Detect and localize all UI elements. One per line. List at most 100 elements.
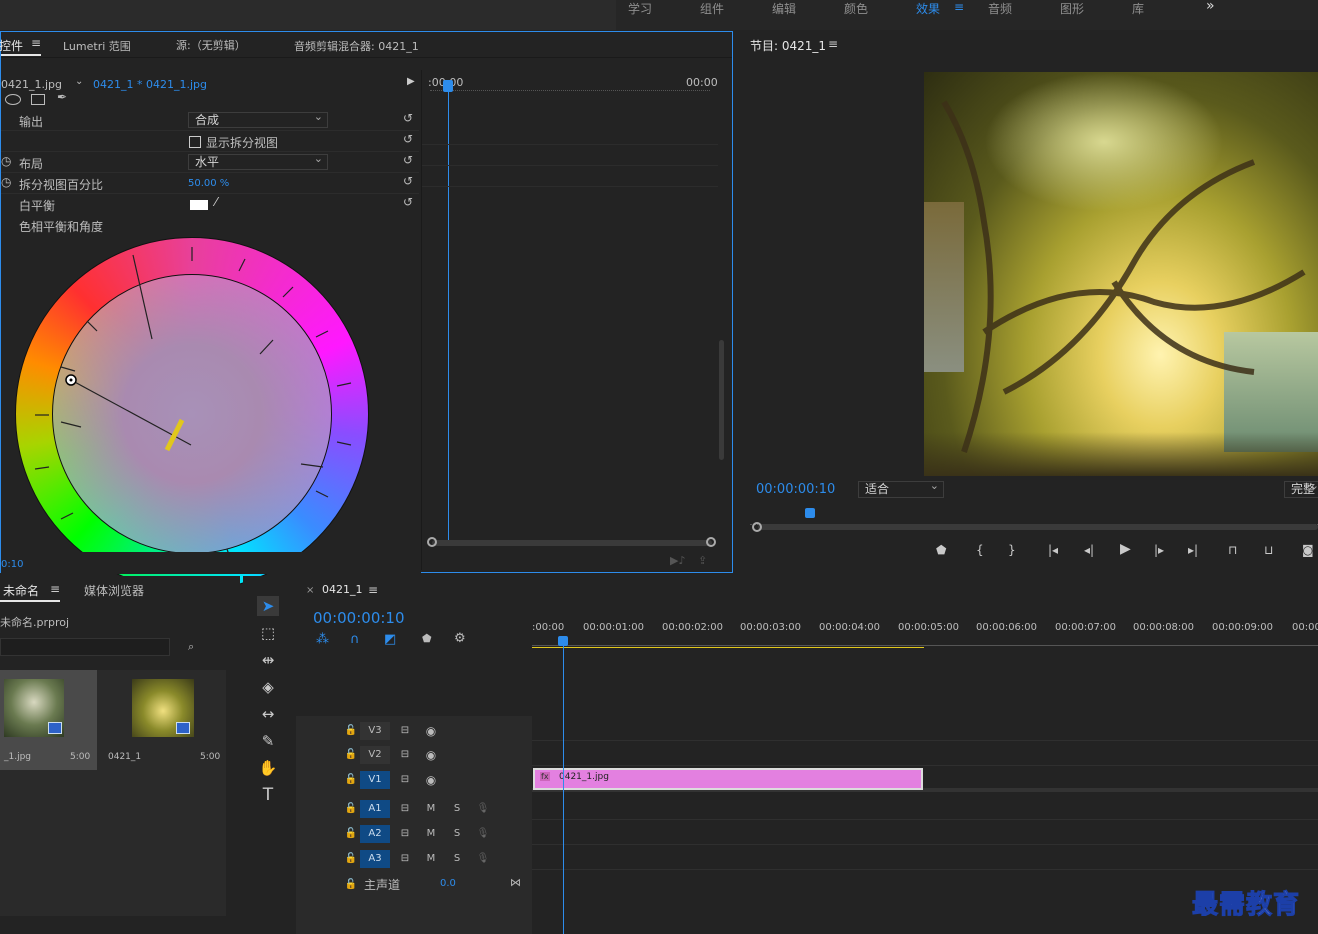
go-to-edge-icon[interactable]: ⋈ <box>510 876 521 889</box>
go-to-in-icon[interactable]: |◂ <box>1048 543 1058 557</box>
ws-assembly[interactable]: 组件 <box>700 0 724 17</box>
eye-icon[interactable]: ◉ <box>416 722 446 740</box>
selection-tool-icon[interactable]: ➤ <box>257 596 279 616</box>
tab-audio-clip-mixer[interactable]: 音频剪辑混合器: 0421_1 <box>294 38 419 54</box>
tab-menu-icon[interactable]: ≡ <box>31 36 41 50</box>
eyedropper-icon[interactable]: ⁄ <box>215 195 217 209</box>
play-audio-icon[interactable]: ▶♪ <box>670 554 685 567</box>
export-icon[interactable]: ⇪ <box>698 554 707 567</box>
bin-item[interactable]: 0421_1 5:00 <box>100 670 226 770</box>
stopwatch-icon[interactable]: ◷ <box>1 154 11 168</box>
ws-graphics[interactable]: 图形 <box>1060 0 1084 17</box>
timeline-timecode[interactable]: 00:00:00:10 <box>313 609 405 627</box>
mic-icon[interactable]: 🎙 <box>468 850 498 868</box>
fit-dropdown[interactable]: 适合 <box>858 479 944 498</box>
pen-tool-icon[interactable]: ✎ <box>257 731 279 751</box>
pm-zoom-bar[interactable] <box>758 524 1318 530</box>
ws-color[interactable]: 颜色 <box>844 0 868 17</box>
output-dropdown[interactable]: 合成 <box>188 110 328 128</box>
layout-dropdown[interactable]: 水平 <box>188 152 328 170</box>
track-label-a2[interactable]: A2 <box>360 825 390 843</box>
snap-icon[interactable]: ∩ <box>350 632 360 647</box>
type-tool-icon[interactable]: T <box>257 785 279 805</box>
reset-icon[interactable]: ↺ <box>403 111 413 125</box>
extract-icon[interactable]: ⊔ <box>1264 543 1273 557</box>
sequence-tab[interactable]: 0421_1 <box>322 583 363 596</box>
reset-icon[interactable]: ↺ <box>403 195 413 209</box>
reset-icon[interactable]: ↺ <box>403 153 413 167</box>
play-icon[interactable]: ▶ <box>1120 541 1131 557</box>
ws-audio[interactable]: 音频 <box>988 0 1012 17</box>
step-back-icon[interactable]: ◂| <box>1084 543 1094 557</box>
track-label-v3[interactable]: V3 <box>360 722 390 740</box>
nest-icon[interactable]: ⁂ <box>316 632 329 647</box>
go-to-out-icon[interactable]: ▸| <box>1188 543 1198 557</box>
add-marker-icon[interactable]: ⬟ <box>936 543 946 557</box>
rect-mask-icon[interactable] <box>31 94 45 105</box>
zoom-handle-left[interactable] <box>427 537 437 547</box>
bin-item-selected[interactable]: _1.jpg 5:00 <box>0 670 97 770</box>
razor-tool-icon[interactable]: ◈ <box>257 677 279 697</box>
pen-mask-icon[interactable]: ✒ <box>57 90 67 104</box>
track-label-a1[interactable]: A1 <box>360 800 390 818</box>
tab-lumetri-scopes[interactable]: Lumetri 范围 <box>63 38 131 54</box>
sequence-clip-label[interactable]: 0421_1 * 0421_1.jpg <box>93 78 207 91</box>
ws-editing[interactable]: 编辑 <box>772 0 796 17</box>
find-icon[interactable]: ⌕ <box>188 640 194 654</box>
program-timecode[interactable]: 00:00:00:10 <box>756 482 835 497</box>
ws-learn[interactable]: 学习 <box>628 0 652 17</box>
mic-icon[interactable]: 🎙 <box>468 800 498 818</box>
export-frame-icon[interactable]: ◙ <box>1302 543 1314 557</box>
mark-in-icon[interactable]: { <box>976 543 984 557</box>
eye-icon[interactable]: ◉ <box>416 771 446 789</box>
tab-media-browser[interactable]: 媒体浏览器 <box>84 582 144 599</box>
settings-wrench-icon[interactable]: ⚙ <box>454 631 466 646</box>
step-forward-icon[interactable]: |▸ <box>1154 543 1164 557</box>
source-clip-label[interactable]: 0421_1.jpg <box>1 78 62 91</box>
timeline-clip[interactable]: fx 0421_1.jpg <box>533 768 923 790</box>
add-marker-icon[interactable]: ⬟ <box>422 632 432 645</box>
ws-menu-icon[interactable]: ≡ <box>954 0 964 14</box>
master-value[interactable]: 0.0 <box>440 878 456 889</box>
split-percent-value[interactable]: 50.00 % <box>188 178 229 189</box>
lane-a3[interactable] <box>532 845 1318 870</box>
zoom-handle-right[interactable] <box>706 537 716 547</box>
split-view-checkbox[interactable] <box>189 136 201 148</box>
ws-overflow-icon[interactable]: » <box>1206 0 1215 14</box>
zoom-bar[interactable] <box>432 540 712 546</box>
project-menu-icon[interactable]: ≡ <box>50 582 60 596</box>
ellipse-mask-icon[interactable] <box>5 94 21 105</box>
track-label-v2[interactable]: V2 <box>360 746 390 764</box>
pm-zoom-handle[interactable] <box>752 522 762 532</box>
lane-v2[interactable] <box>532 741 1318 766</box>
tab-effect-controls[interactable]: 控件 <box>0 37 23 54</box>
tl-menu-icon[interactable]: ≡ <box>368 583 378 597</box>
mark-out-icon[interactable]: } <box>1008 543 1016 557</box>
eye-icon[interactable]: ◉ <box>416 746 446 764</box>
lane-a2[interactable] <box>532 820 1318 845</box>
tab-source[interactable]: 源:（无剪辑） <box>176 37 246 53</box>
quality-dropdown[interactable]: 完整 <box>1284 479 1318 498</box>
time-ruler[interactable]: :00:00 00:00:01:00 00:00:02:00 00:00:03:… <box>532 612 1318 649</box>
stopwatch-icon[interactable]: ◷ <box>1 175 11 189</box>
clip-dropdown-icon[interactable]: ⌄ <box>75 76 83 87</box>
track-label-v1[interactable]: V1 <box>360 771 390 789</box>
lift-icon[interactable]: ⊓ <box>1228 543 1237 557</box>
pm-menu-icon[interactable]: ≡ <box>828 37 838 51</box>
white-balance-swatch[interactable] <box>190 200 208 210</box>
lane-v3[interactable] <box>532 716 1318 741</box>
lock-icon[interactable]: 🔓 <box>336 876 366 894</box>
linked-selection-icon[interactable]: ◩ <box>384 632 396 647</box>
lane-a1[interactable] <box>532 795 1318 820</box>
search-input[interactable] <box>0 638 170 656</box>
play-only-clip-icon[interactable]: ▶ <box>407 76 415 87</box>
ws-libraries[interactable]: 库 <box>1132 0 1144 17</box>
fx-badge[interactable]: fx <box>540 772 550 781</box>
track-select-tool-icon[interactable]: ⬚ <box>257 623 279 643</box>
reset-icon[interactable]: ↺ <box>403 132 413 146</box>
ws-effects[interactable]: 效果 <box>916 0 940 17</box>
scrollbar[interactable] <box>719 340 724 460</box>
close-tab-icon[interactable]: × <box>306 585 314 596</box>
pm-playhead[interactable] <box>805 508 815 518</box>
track-label-a3[interactable]: A3 <box>360 850 390 868</box>
